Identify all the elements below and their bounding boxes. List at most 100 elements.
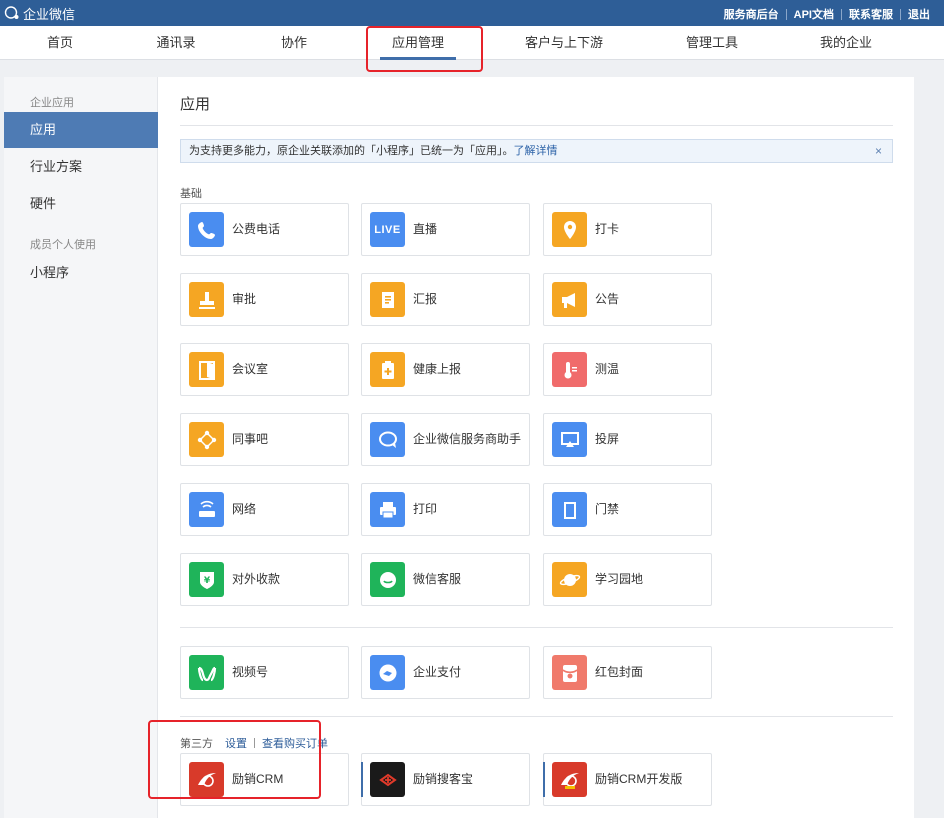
app-card-label: 门禁: [595, 502, 620, 516]
brand-logo[interactable]: 企业微信: [4, 4, 75, 22]
divider: [900, 8, 901, 20]
app-card[interactable]: 学习园地: [543, 553, 712, 606]
app-card[interactable]: 公费电话: [180, 203, 349, 256]
stamp-icon: [189, 282, 224, 317]
logout-link[interactable]: 退出: [908, 6, 930, 22]
app-card-label: 励销搜客宝: [413, 772, 474, 786]
nav-my-enterprise[interactable]: 我的企业: [818, 26, 874, 60]
app-card[interactable]: 测温: [543, 343, 712, 396]
sidebar-group-personal: 成员个人使用: [30, 239, 96, 251]
divider: [841, 8, 842, 20]
top-links: 服务商后台 API文档 联系客服 退出: [724, 6, 930, 22]
app-card-label: 视频号: [232, 665, 269, 679]
wecom-logo-icon: [4, 6, 19, 19]
app-card-label: 励销CRM开发版: [595, 772, 683, 786]
app-card-label: 直播: [413, 222, 438, 236]
divider: [254, 738, 255, 748]
chat-bubble-icon: [370, 422, 405, 457]
app-card[interactable]: 审批: [180, 273, 349, 326]
app-card[interactable]: 视频号: [180, 646, 349, 699]
app-card[interactable]: 门禁: [543, 483, 712, 536]
phone-icon: [189, 212, 224, 247]
app-card-label: 学习园地: [595, 572, 644, 586]
nav-app-management[interactable]: 应用管理: [380, 26, 456, 60]
app-card[interactable]: 红包封面: [543, 646, 712, 699]
third-party-links: 设置 查看购买订单: [225, 735, 328, 751]
icon-text: LIVE: [374, 223, 401, 236]
app-card-label: 测温: [595, 362, 620, 376]
close-icon[interactable]: ×: [875, 140, 882, 162]
app-card[interactable]: LIVE 直播: [361, 203, 530, 256]
nav-home[interactable]: 首页: [40, 26, 80, 60]
app-card[interactable]: 励销搜客宝: [361, 753, 530, 806]
app-card-label: 网络: [232, 502, 257, 516]
brand-name: 企业微信: [23, 6, 76, 22]
app-card[interactable]: 网络: [180, 483, 349, 536]
planet-icon: [552, 562, 587, 597]
api-docs-link[interactable]: API文档: [794, 6, 834, 22]
app-card[interactable]: 会议室: [180, 343, 349, 396]
nav-management-tools[interactable]: 管理工具: [684, 26, 740, 60]
app-card-label: 会议室: [232, 362, 269, 376]
divider: [180, 125, 893, 126]
app-card[interactable]: 企业微信服务商助手: [361, 413, 530, 466]
door-icon: [189, 352, 224, 387]
view-orders-link[interactable]: 查看购买订单: [262, 735, 328, 751]
megaphone-icon: [552, 282, 587, 317]
app-card[interactable]: 励销CRM开发版: [543, 753, 712, 806]
svg-text:¥: ¥: [203, 576, 210, 586]
merchant-backend-link[interactable]: 服务商后台: [724, 6, 779, 22]
contact-support-link[interactable]: 联系客服: [849, 6, 893, 22]
app-card-label: 公费电话: [232, 222, 281, 236]
app-card[interactable]: 同事吧: [180, 413, 349, 466]
app-card[interactable]: 企业支付: [361, 646, 530, 699]
gate-icon: [552, 492, 587, 527]
lixiao-crm-dev-icon: [552, 762, 587, 797]
nav-contacts[interactable]: 通讯录: [152, 26, 200, 60]
top-bar: 企业微信 服务商后台 API文档 联系客服 退出: [0, 0, 944, 26]
payment-icon: [370, 655, 405, 690]
channels-icon: [189, 655, 224, 690]
app-card-label: 投屏: [595, 432, 620, 446]
content-panel: 应用 为支持更多能力，原企业关联添加的「小程序」已统一为「应用」。了解详情 × …: [158, 77, 914, 818]
learn-more-link[interactable]: 了解详情: [514, 145, 558, 157]
app-card[interactable]: 公告: [543, 273, 712, 326]
app-card-label: 汇报: [413, 292, 438, 306]
nav-customers[interactable]: 客户与上下游: [520, 26, 608, 60]
app-card-label: 励销CRM: [232, 772, 284, 786]
app-card[interactable]: ¥ 对外收款: [180, 553, 349, 606]
location-pin-icon: [552, 212, 587, 247]
notice-text: 为支持更多能力，原企业关联添加的「小程序」已统一为「应用」。: [189, 145, 514, 157]
report-icon: [370, 282, 405, 317]
live-icon: LIVE: [370, 212, 405, 247]
lixiao-crm-icon: [189, 762, 224, 797]
app-card[interactable]: 励销CRM: [180, 753, 349, 806]
router-icon: [189, 492, 224, 527]
page-title: 应用: [180, 96, 211, 113]
nav-collaboration[interactable]: 协作: [278, 26, 310, 60]
red-envelope-icon: [552, 655, 587, 690]
printer-icon: [370, 492, 405, 527]
card-accent-bar: [361, 762, 363, 797]
settings-link[interactable]: 设置: [225, 735, 247, 751]
customer-service-icon: [370, 562, 405, 597]
app-card-label: 同事吧: [232, 432, 269, 446]
app-card[interactable]: 汇报: [361, 273, 530, 326]
sidebar-item-mini-programs[interactable]: 小程序: [4, 255, 158, 291]
sidebar-item-hardware[interactable]: 硬件: [4, 186, 158, 222]
main-nav: 首页 通讯录 协作 应用管理 客户与上下游 管理工具 我的企业: [0, 26, 944, 60]
app-card[interactable]: 打卡: [543, 203, 712, 256]
card-accent-bar: [543, 762, 545, 797]
app-card[interactable]: 健康上报: [361, 343, 530, 396]
app-card[interactable]: 微信客服: [361, 553, 530, 606]
section-third-party-label: 第三方: [180, 738, 213, 750]
app-card[interactable]: 投屏: [543, 413, 712, 466]
section-basic-label: 基础: [180, 188, 202, 200]
app-card[interactable]: 打印: [361, 483, 530, 536]
health-icon: [370, 352, 405, 387]
thermometer-icon: [552, 352, 587, 387]
sidebar-item-industry-solutions[interactable]: 行业方案: [4, 149, 158, 185]
divider: [785, 8, 787, 20]
sidebar-item-apps[interactable]: 应用: [4, 112, 158, 148]
sidebar-group-enterprise-apps: 企业应用: [30, 97, 74, 109]
